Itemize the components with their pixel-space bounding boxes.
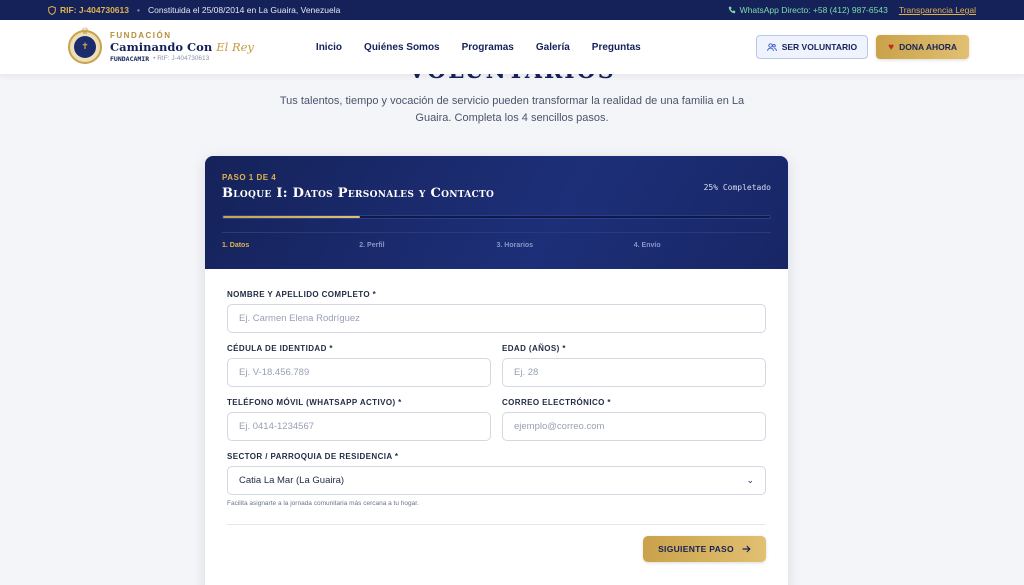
nav-item-programas[interactable]: Programas — [462, 42, 514, 53]
heart-icon: ♥ — [888, 41, 895, 53]
brand-subline: FUNDACAMIR • RIF: J-404730613 — [110, 55, 254, 63]
id-card-label: CÉDULA DE IDENTIDAD * — [227, 344, 333, 353]
age-input[interactable]: Ej. 28 — [502, 358, 766, 387]
email-input[interactable]: ejemplo@correo.com — [502, 412, 766, 441]
sector-select-value: Catia La Mar (La Guaira) — [239, 475, 345, 486]
brand-block[interactable]: FUNDACIÓN Caminando Con El Rey FUNDACAMI… — [110, 31, 254, 63]
chevron-down-icon: ⌄ — [746, 475, 754, 485]
header-actions: SER VOLUNTARIO ♥ DONA AHORA — [755, 35, 969, 59]
nav-item-preguntas[interactable]: Preguntas — [592, 42, 641, 53]
block-title: Bloque I: Datos Personales y Contacto — [222, 186, 495, 201]
main-header: ♛ ✝ FUNDACIÓN Caminando Con El Rey FUNDA… — [0, 20, 1024, 74]
progress-bar — [222, 215, 771, 219]
id-age-row: CÉDULA DE IDENTIDAD * Ej. V-18.456.789 E… — [227, 344, 766, 387]
transparency-link[interactable]: Transparencia Legal — [899, 5, 976, 15]
phone-input[interactable]: Ej. 0414-1234567 — [227, 412, 491, 441]
full-name-group: NOMBRE Y APELLIDO COMPLETO * Ej. Carmen … — [227, 290, 766, 333]
shield-icon — [48, 5, 56, 15]
sector-group: SECTOR / PARROQUIA DE RESIDENCIA * Catia… — [227, 452, 766, 507]
brand-name-main: Caminando Con — [110, 40, 217, 54]
users-icon — [766, 42, 777, 51]
brand-fundacion: FUNDACIÓN — [110, 31, 172, 40]
rif-text: RIF: J-404730613 — [60, 5, 129, 15]
progress-percent-label: 25% Completado — [703, 183, 771, 192]
volunteer-form-card: PASO 1 DE 4 Bloque I: Datos Personales y… — [205, 156, 788, 585]
form-footer: SIGUIENTE PASO — [227, 536, 766, 562]
volunteer-button[interactable]: SER VOLUNTARIO — [755, 35, 869, 59]
rif-badge: RIF: J-404730613 — [48, 5, 129, 15]
progress-bar-fill — [223, 216, 360, 218]
constituted-text: Constituida el 25/08/2014 en La Guaira, … — [147, 5, 341, 15]
whatsapp-text: WhatsApp Directo: +58 (412) 987-6543 — [739, 5, 888, 15]
wizard-step-envio: 4. Envío — [633, 242, 661, 249]
sector-select[interactable]: Catia La Mar (La Guaira) ⌄ — [227, 466, 766, 495]
phone-group: TELÉFONO MÓVIL (WHATSAPP ACTIVO) * Ej. 0… — [227, 398, 491, 441]
nav-item-galeria[interactable]: Galería — [536, 42, 570, 53]
phone-email-row: TELÉFONO MÓVIL (WHATSAPP ACTIVO) * Ej. 0… — [227, 398, 766, 441]
page-subtitle: Tus talentos, tiempo y vocación de servi… — [279, 95, 745, 124]
phone-icon — [728, 6, 735, 14]
top-info-bar: RIF: J-404730613 • Constituida el 25/08/… — [0, 0, 1024, 20]
email-label: CORREO ELECTRÓNICO * — [502, 398, 611, 407]
donate-button-label: DONA AHORA — [899, 42, 957, 52]
step-indicator: PASO 1 DE 4 — [222, 173, 277, 182]
volunteer-button-label: SER VOLUNTARIO — [781, 42, 858, 52]
next-step-button[interactable]: SIGUIENTE PASO — [643, 536, 766, 562]
brand-name: Caminando Con El Rey — [110, 40, 254, 55]
wizard-body: NOMBRE Y APELLIDO COMPLETO * Ej. Carmen … — [205, 269, 788, 562]
whatsapp-link[interactable]: WhatsApp Directo: +58 (412) 987-6543 — [728, 5, 888, 15]
id-card-group: CÉDULA DE IDENTIDAD * Ej. V-18.456.789 — [227, 344, 491, 387]
sector-hint: Facilita asignarte a la jornada comunita… — [227, 500, 419, 507]
donate-button[interactable]: ♥ DONA AHORA — [876, 35, 969, 59]
form-divider — [227, 524, 766, 525]
age-label: EDAD (AÑOS) * — [502, 344, 566, 353]
nav-item-inicio[interactable]: Inicio — [316, 42, 342, 53]
wizard-header: PASO 1 DE 4 Bloque I: Datos Personales y… — [205, 156, 788, 269]
step-divider — [222, 232, 771, 233]
wizard-step-horarios: 3. Horarios — [496, 242, 534, 249]
full-name-label: NOMBRE Y APELLIDO COMPLETO * — [227, 290, 377, 299]
id-card-input[interactable]: Ej. V-18.456.789 — [227, 358, 491, 387]
next-step-label: SIGUIENTE PASO — [658, 544, 734, 554]
full-name-input[interactable]: Ej. Carmen Elena Rodríguez — [227, 304, 766, 333]
foundation-logo[interactable]: ♛ ✝ — [68, 26, 102, 64]
brand-name-accent: El Rey — [216, 40, 254, 54]
sector-label: SECTOR / PARROQUIA DE RESIDENCIA * — [227, 452, 399, 461]
brand-rif-small: • RIF: J-404730613 — [153, 55, 210, 62]
age-group: EDAD (AÑOS) * Ej. 28 — [502, 344, 766, 387]
wizard-step-datos: 1. Datos — [222, 242, 250, 249]
email-group: CORREO ELECTRÓNICO * ejemplo@correo.com — [502, 398, 766, 441]
brand-acronym: FUNDACAMIR — [110, 55, 150, 63]
separator-dot: • — [137, 5, 140, 15]
logo-emblem: ✝ — [74, 36, 96, 58]
main-nav: Inicio Quiénes Somos Programas Galería P… — [316, 42, 641, 53]
wizard-steps: 1. Datos 2. Perfil 3. Horarios 4. Envío — [222, 242, 771, 249]
phone-label: TELÉFONO MÓVIL (WHATSAPP ACTIVO) * — [227, 398, 402, 407]
arrow-right-icon — [742, 545, 751, 553]
crown-icon: ♛ — [81, 26, 90, 36]
wizard-step-perfil: 2. Perfil — [359, 242, 385, 249]
nav-item-quienes-somos[interactable]: Quiénes Somos — [364, 42, 440, 53]
